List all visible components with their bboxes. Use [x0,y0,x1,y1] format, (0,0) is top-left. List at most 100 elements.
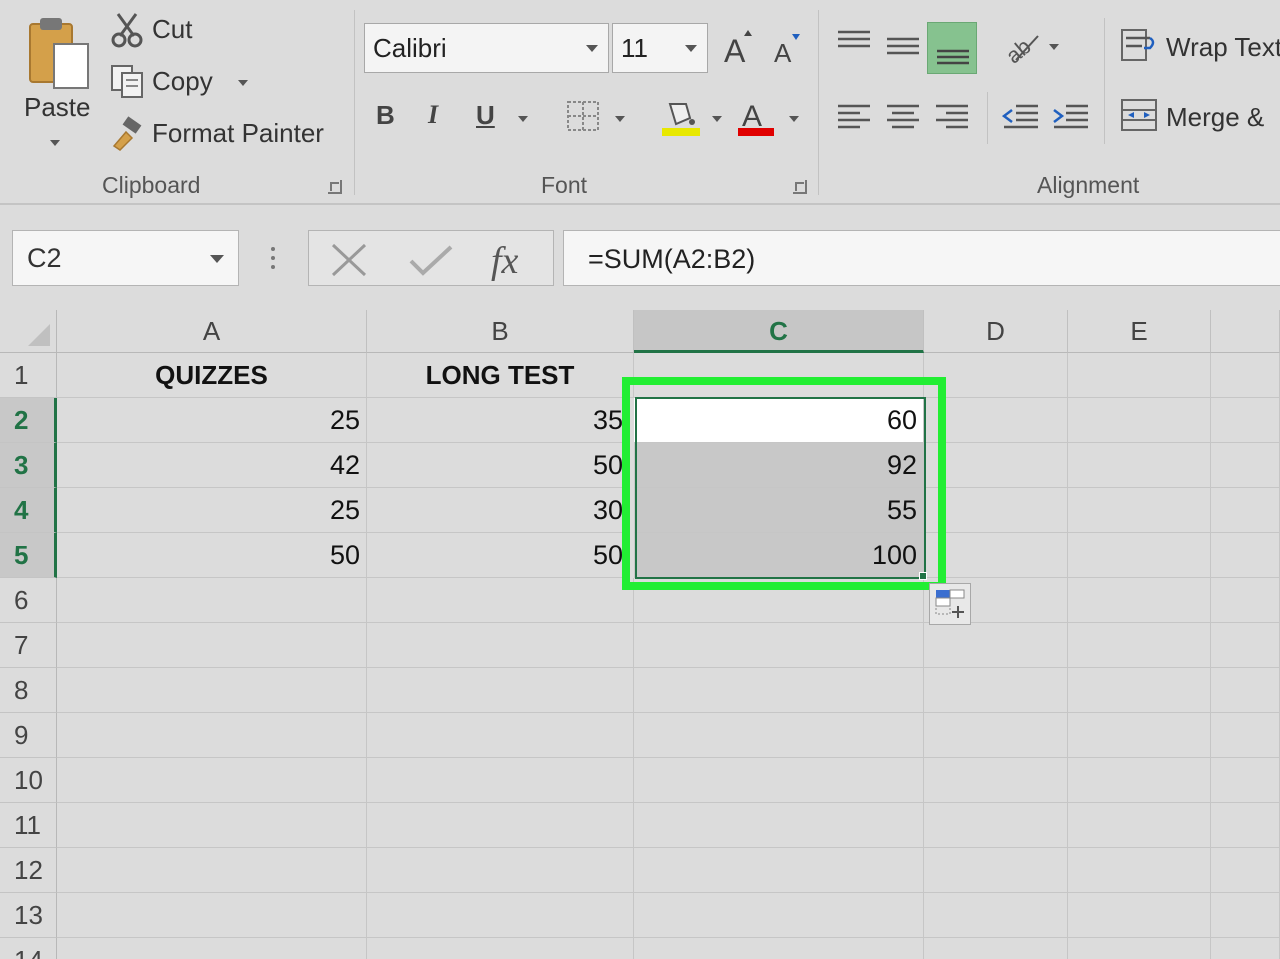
cell-c11[interactable] [634,803,924,848]
column-header-e[interactable]: E [1068,310,1211,353]
row-header-4[interactable]: 4 [0,488,57,533]
font-size-select[interactable]: 11 [612,23,708,73]
cell-e12[interactable] [1068,848,1211,893]
cell-e14[interactable] [1068,938,1211,959]
bottom-align-button[interactable] [927,22,977,74]
quick-analysis-button[interactable] [929,583,971,625]
cell-f2[interactable] [1211,398,1280,443]
cell-f6[interactable] [1211,578,1280,623]
cell-c2[interactable]: 60 [634,398,924,443]
increase-font-size-icon[interactable]: A [722,26,758,66]
cell-f13[interactable] [1211,893,1280,938]
select-all-button[interactable] [0,310,57,353]
column-header-c[interactable]: C [634,310,924,353]
cell-c3[interactable]: 92 [634,443,924,488]
align-right-icon[interactable] [934,102,970,132]
cell-a13[interactable] [57,893,367,938]
fill-color-icon[interactable] [660,96,702,138]
cancel-icon[interactable] [329,243,369,277]
column-header-b[interactable]: B [367,310,634,353]
cell-d14[interactable] [924,938,1068,959]
cell-d7[interactable] [924,623,1068,668]
orientation-icon[interactable]: ab [1002,28,1042,64]
row-header-1[interactable]: 1 [0,353,57,398]
row-header-11[interactable]: 11 [0,803,57,848]
cell-f11[interactable] [1211,803,1280,848]
cell-b12[interactable] [367,848,634,893]
font-color-icon[interactable]: A [736,96,778,138]
copy-button[interactable]: Copy [110,62,260,104]
decrease-font-size-icon[interactable]: A [772,30,806,66]
cell-e6[interactable] [1068,578,1211,623]
wrap-text-button[interactable]: Wrap Text [1120,24,1280,70]
cell-d12[interactable] [924,848,1068,893]
column-header-d[interactable]: D [924,310,1068,353]
font-dialog-launcher-icon[interactable] [793,180,807,194]
formula-input[interactable]: =SUM(A2:B2) [563,230,1280,286]
cell-d10[interactable] [924,758,1068,803]
cell-e4[interactable] [1068,488,1211,533]
cell-e1[interactable] [1068,353,1211,398]
cell-d3[interactable] [924,443,1068,488]
merge-center-button[interactable]: Merge & [1120,94,1280,140]
align-center-icon[interactable] [885,102,921,132]
cell-f9[interactable] [1211,713,1280,758]
cell-c14[interactable] [634,938,924,959]
cell-a1[interactable]: QUIZZES [57,353,367,398]
cell-a7[interactable] [57,623,367,668]
cell-e13[interactable] [1068,893,1211,938]
middle-align-icon[interactable] [885,30,921,60]
cell-f4[interactable] [1211,488,1280,533]
cell-a8[interactable] [57,668,367,713]
row-header-2[interactable]: 2 [0,398,57,443]
fill-color-dropdown-icon[interactable] [712,116,722,122]
cell-b9[interactable] [367,713,634,758]
cell-b8[interactable] [367,668,634,713]
italic-button[interactable]: I [428,100,438,130]
cell-b10[interactable] [367,758,634,803]
cell-c6[interactable] [634,578,924,623]
row-header-7[interactable]: 7 [0,623,57,668]
decrease-indent-icon[interactable] [1002,102,1040,132]
cut-button[interactable]: Cut [110,10,210,52]
cell-b5[interactable]: 50 [367,533,624,578]
row-header-3[interactable]: 3 [0,443,57,488]
cell-c8[interactable] [634,668,924,713]
cell-a10[interactable] [57,758,367,803]
cell-d1[interactable] [924,353,1068,398]
cell-b6[interactable] [367,578,634,623]
cell-c13[interactable] [634,893,924,938]
borders-icon[interactable] [566,100,600,132]
cell-f10[interactable] [1211,758,1280,803]
more-options-icon[interactable] [270,246,276,270]
cell-f8[interactable] [1211,668,1280,713]
cell-a14[interactable] [57,938,367,959]
cell-e3[interactable] [1068,443,1211,488]
row-header-14[interactable]: 14 [0,938,57,959]
cell-f1[interactable] [1211,353,1280,398]
cell-c9[interactable] [634,713,924,758]
cell-c4[interactable]: 55 [634,488,924,533]
cell-c12[interactable] [634,848,924,893]
cell-a3[interactable]: 42 [57,443,367,488]
cell-a5[interactable]: 50 [57,533,367,578]
underline-dropdown-icon[interactable] [518,116,528,122]
cell-c1[interactable] [634,353,924,398]
cell-e9[interactable] [1068,713,1211,758]
cell-d13[interactable] [924,893,1068,938]
cell-e5[interactable] [1068,533,1211,578]
top-align-icon[interactable] [836,28,872,58]
orientation-dropdown-icon[interactable] [1049,44,1059,50]
cell-b1[interactable]: LONG TEST [367,353,634,398]
format-painter-button[interactable]: Format Painter [110,114,340,156]
cell-a9[interactable] [57,713,367,758]
clipboard-dialog-launcher-icon[interactable] [328,180,342,194]
cell-a4[interactable]: 25 [57,488,367,533]
cell-c7[interactable] [634,623,924,668]
row-header-6[interactable]: 6 [0,578,57,623]
cell-c10[interactable] [634,758,924,803]
cell-a6[interactable] [57,578,367,623]
cell-b7[interactable] [367,623,634,668]
insert-function-icon[interactable]: fx [489,235,539,283]
borders-dropdown-icon[interactable] [615,116,625,122]
